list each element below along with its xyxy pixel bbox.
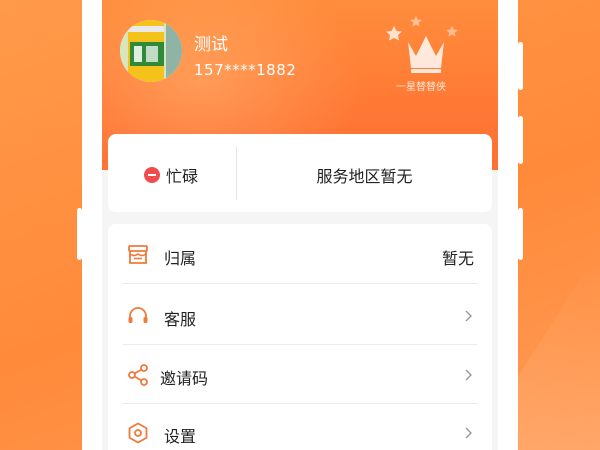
chevron-right-icon — [465, 369, 472, 381]
avatar[interactable] — [120, 20, 182, 82]
menu-item-affiliation[interactable]: 归属 暂无 — [108, 226, 492, 284]
share-icon — [128, 364, 148, 386]
user-name: 测试 — [194, 35, 228, 55]
store-icon — [128, 245, 148, 264]
divider — [122, 344, 478, 345]
phone-side-button — [518, 116, 523, 164]
status-card: 忙碌 服务地区暂无 — [108, 134, 492, 212]
menu-item-customer-service[interactable]: 客服 — [108, 287, 492, 345]
app-screen: 测试 157****1882 一星替替侠 忙碌 服务地区暂无 归属 暂无 客服 … — [102, 0, 498, 450]
phone-frame: 测试 157****1882 一星替替侠 忙碌 服务地区暂无 归属 暂无 客服 … — [82, 0, 518, 450]
menu-item-settings[interactable]: 设置 — [108, 404, 492, 450]
busy-label: 忙碌 — [166, 167, 199, 186]
menu-item-label: 归属 — [164, 249, 197, 268]
phone-side-button — [518, 42, 523, 90]
busy-status-toggle[interactable]: 忙碌 — [144, 163, 198, 187]
user-phone: 157****1882 — [194, 61, 297, 79]
menu-item-label: 客服 — [164, 310, 197, 329]
chevron-right-icon — [465, 310, 472, 322]
crown-icon — [386, 16, 458, 73]
chevron-right-icon — [465, 427, 472, 439]
menu-item-label: 设置 — [164, 427, 197, 446]
divider — [122, 283, 478, 284]
phone-side-button — [518, 208, 523, 260]
menu-item-value: 暂无 — [441, 249, 474, 268]
level-label: 一星替替侠 — [396, 82, 446, 93]
menu-item-invite-code[interactable]: 邀请码 — [108, 346, 492, 404]
menu-list: 归属 暂无 客服 邀请码 设置 — [108, 224, 492, 450]
service-region[interactable]: 服务地区暂无 — [237, 163, 492, 187]
settings-icon — [128, 422, 148, 444]
headset-icon — [128, 307, 148, 323]
menu-item-label: 邀请码 — [160, 369, 209, 388]
busy-icon — [144, 167, 160, 183]
